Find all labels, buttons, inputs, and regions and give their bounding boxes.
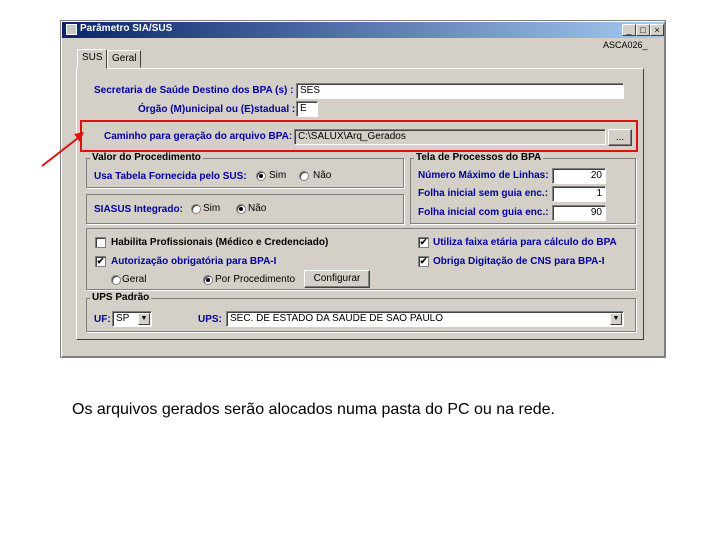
tab-geral[interactable]: Geral xyxy=(107,50,141,68)
form-code: ASCA026_ xyxy=(603,40,648,50)
faixa-etaria-checkbox[interactable]: ✔ xyxy=(418,237,429,248)
ups-label: UPS: xyxy=(198,314,222,325)
geral-radio[interactable] xyxy=(111,275,121,285)
folha-com-guia-label: Folha inicial com guia enc.: xyxy=(418,207,549,218)
folha-sem-guia-input[interactable]: 1 xyxy=(552,186,606,202)
siasus-nao-radio[interactable] xyxy=(236,204,246,214)
ups-padrao-title: UPS Padrão xyxy=(90,292,152,303)
cns-checkbox[interactable]: ✔ xyxy=(418,256,429,267)
tabela-sim-radio[interactable] xyxy=(256,171,266,181)
siasus-label: SIASUS Integrado: xyxy=(94,204,183,215)
ups-select[interactable]: SEC. DE ESTADO DA SAUDE DE SAO PAULO xyxy=(226,311,624,327)
minimize-button[interactable]: _ xyxy=(622,24,636,36)
siasus-nao-label: Não xyxy=(248,203,267,214)
siasus-sim-radio[interactable] xyxy=(191,204,201,214)
habilita-profissionais-checkbox[interactable] xyxy=(95,237,106,248)
autorizacao-checkbox[interactable]: ✔ xyxy=(95,256,106,267)
siasus-sim-label: Sim xyxy=(203,203,221,214)
tela-processos-title: Tela de Processos do BPA xyxy=(414,152,544,163)
window-title: Parâmetro SIA/SUS xyxy=(80,23,173,34)
tabela-nao-label: Não xyxy=(313,170,332,181)
valor-procedimento-title: Valor do Procedimento xyxy=(90,152,203,163)
secretaria-label: Secretaria de Saúde Destino dos BPA (s) … xyxy=(94,85,294,96)
faixa-etaria-label: Utiliza faixa etária para cálculo do BPA xyxy=(433,237,617,248)
max-linhas-input[interactable]: 20 xyxy=(552,168,606,184)
tabela-sus-label: Usa Tabela Fornecida pelo SUS: xyxy=(94,171,247,182)
uf-label: UF: xyxy=(94,314,111,325)
orgao-label: Órgão (M)unicipal ou (E)stadual : xyxy=(138,104,296,115)
highlight-box xyxy=(80,120,638,152)
maximize-button[interactable]: □ xyxy=(636,24,650,36)
app-icon xyxy=(66,24,77,35)
tab-sus[interactable]: SUS xyxy=(77,49,107,69)
folha-com-guia-input[interactable]: 90 xyxy=(552,205,606,221)
geral-label: Geral xyxy=(122,274,147,285)
close-button[interactable]: × xyxy=(650,24,664,36)
ups-dropdown-icon[interactable]: ▼ xyxy=(610,313,622,325)
autorizacao-label: Autorização obrigatória para BPA-I xyxy=(111,256,277,267)
por-procedimento-label: Por Procedimento xyxy=(215,274,296,285)
folha-sem-guia-label: Folha inicial sem guia enc.: xyxy=(418,188,549,199)
habilita-profissionais-label: Habilita Profissionais (Médico e Credenc… xyxy=(111,237,329,248)
orgao-input[interactable]: E xyxy=(296,101,318,117)
cns-label: Obriga Digitação de CNS para BPA-I xyxy=(433,256,605,267)
tabela-nao-radio[interactable] xyxy=(299,171,309,181)
por-procedimento-radio[interactable] xyxy=(203,275,213,285)
tabela-sim-label: Sim xyxy=(269,170,287,181)
max-linhas-label: Número Máximo de Linhas: xyxy=(418,170,549,181)
uf-dropdown-icon[interactable]: ▼ xyxy=(138,313,150,325)
caption-text: Os arquivos gerados serão alocados numa … xyxy=(72,401,555,418)
configurar-button[interactable]: Configurar xyxy=(304,270,370,288)
secretaria-input[interactable]: SES xyxy=(296,83,624,99)
